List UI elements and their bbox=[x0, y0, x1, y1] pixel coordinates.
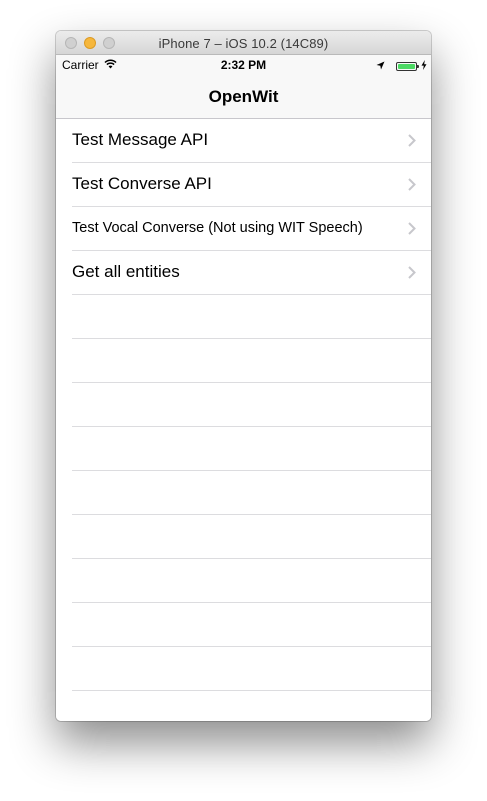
status-right-group bbox=[376, 59, 427, 73]
nav-title: OpenWit bbox=[208, 87, 279, 106]
navigation-bar: OpenWit bbox=[56, 75, 431, 119]
charging-icon bbox=[421, 59, 427, 73]
empty-table-row bbox=[72, 339, 431, 383]
battery-tip bbox=[417, 64, 419, 68]
simulator-window: iPhone 7 – iOS 10.2 (14C89) Carrier 2:32… bbox=[56, 31, 431, 721]
window-title: iPhone 7 – iOS 10.2 (14C89) bbox=[158, 36, 329, 51]
empty-table-row bbox=[72, 691, 431, 721]
chevron-right-icon bbox=[408, 266, 416, 284]
battery-fill bbox=[398, 63, 415, 69]
empty-table-row bbox=[72, 603, 431, 647]
table-row-test-converse-api[interactable]: Test Converse API bbox=[72, 163, 431, 207]
empty-table-row bbox=[72, 427, 431, 471]
table-view[interactable]: Test Message API Test Converse API Test … bbox=[56, 119, 431, 721]
cell-label: Test Vocal Converse (Not using WIT Speec… bbox=[72, 220, 363, 236]
empty-table-row bbox=[72, 295, 431, 339]
window-title-bar: iPhone 7 – iOS 10.2 (14C89) bbox=[56, 31, 431, 55]
status-time: 2:32 PM bbox=[220, 58, 267, 72]
status-bar: Carrier 2:32 PM bbox=[56, 55, 431, 75]
table-row-get-all-entities[interactable]: Get all entities bbox=[72, 251, 431, 295]
empty-table-row bbox=[72, 647, 431, 691]
empty-table-row bbox=[72, 383, 431, 427]
chevron-right-icon bbox=[408, 134, 416, 152]
empty-table-row bbox=[72, 559, 431, 603]
empty-table-row bbox=[72, 471, 431, 515]
location-icon bbox=[376, 59, 385, 73]
empty-table-row bbox=[72, 515, 431, 559]
battery-icon bbox=[396, 61, 419, 71]
cell-label: Get all entities bbox=[72, 262, 180, 281]
chevron-right-icon bbox=[408, 222, 416, 240]
cell-label: Test Converse API bbox=[72, 174, 212, 193]
table-row-test-message-api[interactable]: Test Message API bbox=[72, 119, 431, 163]
chevron-right-icon bbox=[408, 178, 416, 196]
cell-label: Test Message API bbox=[72, 130, 209, 149]
table-row-test-vocal-converse[interactable]: Test Vocal Converse (Not using WIT Speec… bbox=[72, 207, 431, 251]
